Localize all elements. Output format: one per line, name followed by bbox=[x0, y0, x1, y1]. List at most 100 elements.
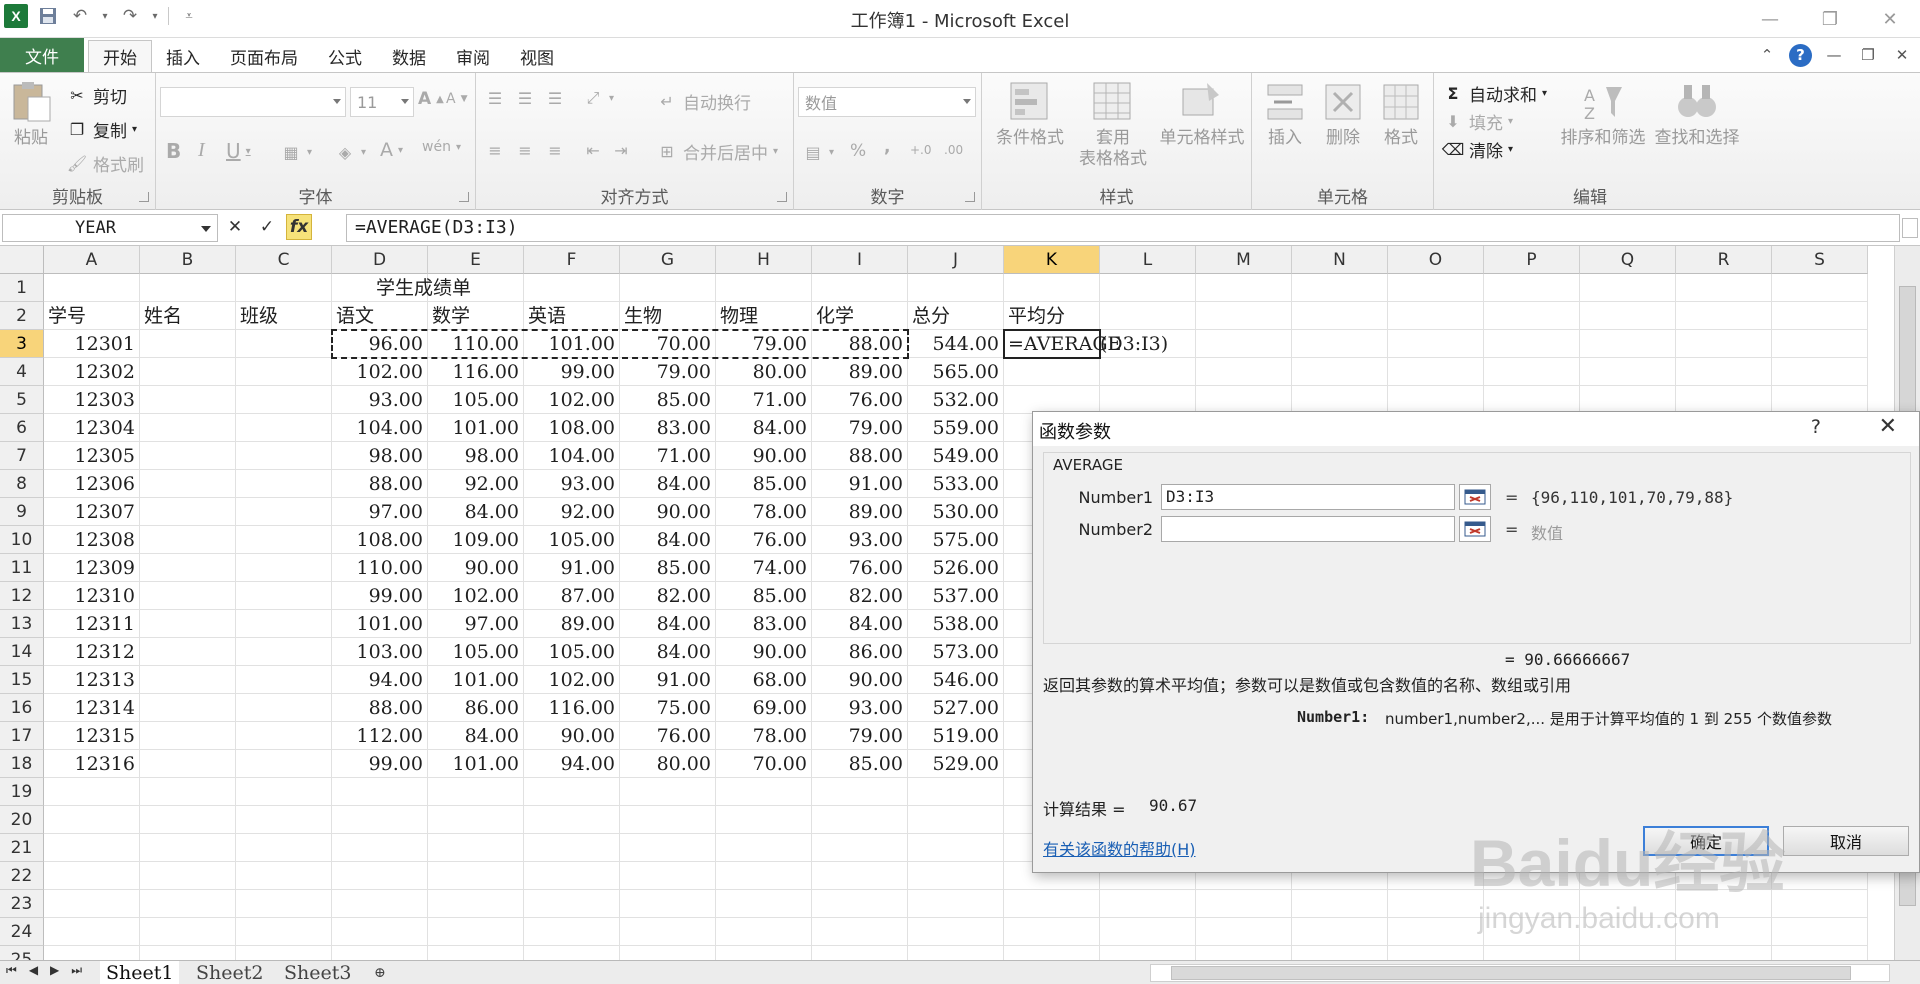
score-cell[interactable]: 108.00 bbox=[332, 526, 428, 554]
cell[interactable] bbox=[140, 442, 236, 470]
cell[interactable] bbox=[1292, 302, 1388, 330]
student-id-cell[interactable]: 12305 bbox=[44, 442, 140, 470]
score-cell[interactable]: 549.00 bbox=[908, 442, 1004, 470]
increase-decimal-button[interactable]: +.0 bbox=[910, 143, 932, 157]
cell[interactable] bbox=[236, 806, 332, 834]
cell[interactable] bbox=[236, 470, 332, 498]
cell[interactable] bbox=[332, 834, 428, 862]
cell[interactable] bbox=[1676, 330, 1772, 358]
cell[interactable] bbox=[1196, 302, 1292, 330]
cell[interactable] bbox=[1580, 330, 1676, 358]
score-cell[interactable]: 92.00 bbox=[524, 498, 620, 526]
cell[interactable] bbox=[44, 890, 140, 918]
bold-button[interactable]: B bbox=[166, 139, 181, 163]
score-cell[interactable]: 88.00 bbox=[332, 470, 428, 498]
align-center-button[interactable]: ≡ bbox=[514, 139, 536, 161]
italic-button[interactable]: I bbox=[198, 139, 205, 162]
underline-button[interactable]: U ▾ bbox=[226, 139, 251, 163]
alignment-launcher-icon[interactable] bbox=[777, 192, 787, 202]
score-cell[interactable]: 102.00 bbox=[524, 666, 620, 694]
cell[interactable] bbox=[140, 582, 236, 610]
score-cell[interactable]: 93.00 bbox=[524, 470, 620, 498]
score-cell[interactable]: 526.00 bbox=[908, 554, 1004, 582]
score-cell[interactable]: 79.00 bbox=[812, 722, 908, 750]
delete-cells-button[interactable]: 删除 bbox=[1314, 79, 1372, 150]
score-cell[interactable]: 99.00 bbox=[524, 358, 620, 386]
row-header-24[interactable]: 24 bbox=[0, 918, 44, 946]
cell[interactable] bbox=[716, 834, 812, 862]
cell[interactable] bbox=[908, 890, 1004, 918]
cell[interactable] bbox=[1772, 890, 1868, 918]
cell[interactable] bbox=[620, 862, 716, 890]
score-cell[interactable]: 85.00 bbox=[716, 582, 812, 610]
cell[interactable] bbox=[1388, 918, 1484, 946]
prev-sheet-icon[interactable]: ◀ bbox=[29, 963, 38, 978]
cell[interactable] bbox=[236, 778, 332, 806]
cell[interactable] bbox=[1676, 386, 1772, 414]
cell[interactable] bbox=[1580, 918, 1676, 946]
cell[interactable] bbox=[908, 274, 1004, 302]
student-id-cell[interactable]: 12313 bbox=[44, 666, 140, 694]
cell[interactable] bbox=[44, 918, 140, 946]
row-header-5[interactable]: 5 bbox=[0, 386, 44, 414]
cell[interactable] bbox=[1676, 358, 1772, 386]
column-header-i[interactable]: I bbox=[812, 246, 908, 274]
score-cell[interactable]: 85.00 bbox=[716, 470, 812, 498]
cell[interactable] bbox=[236, 666, 332, 694]
cell[interactable] bbox=[1292, 358, 1388, 386]
cell[interactable] bbox=[1484, 386, 1580, 414]
score-cell[interactable]: 76.00 bbox=[620, 722, 716, 750]
score-cell[interactable]: 116.00 bbox=[524, 694, 620, 722]
column-header-e[interactable]: E bbox=[428, 246, 524, 274]
cell[interactable] bbox=[140, 890, 236, 918]
cell[interactable] bbox=[716, 806, 812, 834]
student-id-cell[interactable]: 12308 bbox=[44, 526, 140, 554]
cell[interactable] bbox=[1484, 330, 1580, 358]
tab-review[interactable]: 审阅 bbox=[442, 40, 504, 72]
cell[interactable] bbox=[236, 274, 332, 302]
score-cell[interactable]: 93.00 bbox=[812, 526, 908, 554]
score-cell[interactable]: 101.00 bbox=[428, 414, 524, 442]
row-header-9[interactable]: 9 bbox=[0, 498, 44, 526]
cell[interactable] bbox=[1100, 386, 1196, 414]
score-cell[interactable]: 90.00 bbox=[428, 554, 524, 582]
score-cell[interactable]: 98.00 bbox=[332, 442, 428, 470]
header-cell[interactable]: 物理 bbox=[716, 302, 812, 330]
score-cell[interactable]: 74.00 bbox=[716, 554, 812, 582]
score-cell[interactable]: 87.00 bbox=[524, 582, 620, 610]
header-cell[interactable]: 平均分 bbox=[1004, 302, 1100, 330]
cell[interactable] bbox=[140, 386, 236, 414]
decrease-indent-button[interactable]: ⇤ bbox=[582, 139, 604, 161]
cell[interactable] bbox=[1292, 330, 1388, 358]
score-cell[interactable]: 93.00 bbox=[812, 694, 908, 722]
cell[interactable] bbox=[140, 470, 236, 498]
sheet-tab-1[interactable]: Sheet1 bbox=[100, 961, 180, 984]
score-cell[interactable]: 105.00 bbox=[428, 638, 524, 666]
sheet-tab-3[interactable]: Sheet3 bbox=[278, 961, 357, 984]
score-cell[interactable]: 85.00 bbox=[620, 386, 716, 414]
cell[interactable] bbox=[140, 666, 236, 694]
cell[interactable] bbox=[236, 330, 332, 358]
cell[interactable] bbox=[44, 778, 140, 806]
score-cell[interactable]: 105.00 bbox=[428, 386, 524, 414]
cell[interactable] bbox=[332, 862, 428, 890]
paste-button[interactable]: 粘贴 bbox=[8, 79, 54, 150]
header-cell[interactable]: 化学 bbox=[812, 302, 908, 330]
cell[interactable] bbox=[140, 358, 236, 386]
score-cell[interactable]: 79.00 bbox=[812, 414, 908, 442]
student-id-cell[interactable]: 12302 bbox=[44, 358, 140, 386]
tab-file[interactable]: 文件 bbox=[0, 38, 84, 72]
score-cell[interactable]: 546.00 bbox=[908, 666, 1004, 694]
cell[interactable] bbox=[1772, 302, 1868, 330]
score-cell[interactable]: 96.00 bbox=[332, 330, 428, 358]
cut-button[interactable]: ✂ 剪切 bbox=[66, 83, 127, 108]
cell[interactable] bbox=[716, 778, 812, 806]
cell[interactable] bbox=[524, 274, 620, 302]
cell[interactable] bbox=[1196, 330, 1292, 358]
cell[interactable] bbox=[1004, 358, 1100, 386]
column-header-h[interactable]: H bbox=[716, 246, 812, 274]
score-cell[interactable]: 84.00 bbox=[620, 610, 716, 638]
cell[interactable] bbox=[812, 890, 908, 918]
cell[interactable] bbox=[716, 918, 812, 946]
cell[interactable] bbox=[1004, 386, 1100, 414]
